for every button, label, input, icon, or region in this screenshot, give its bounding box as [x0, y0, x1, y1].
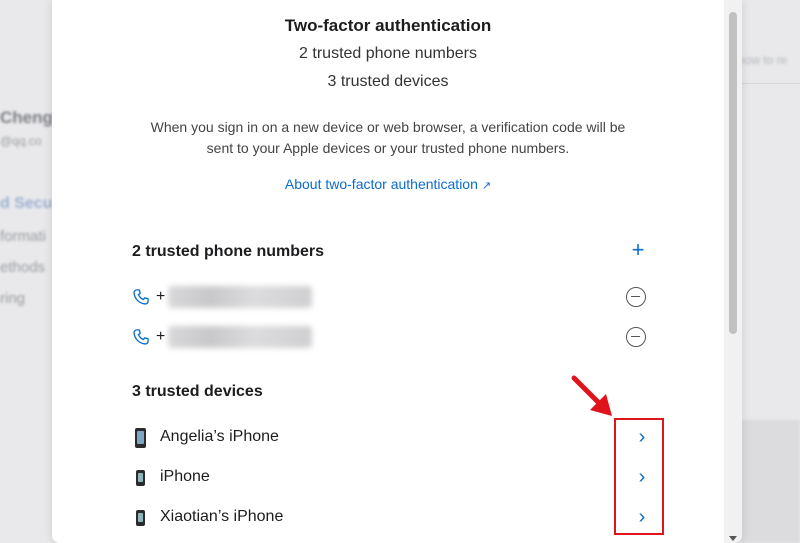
iphone-icon — [135, 428, 146, 448]
about-link-label: About two-factor authentication — [284, 176, 478, 192]
device-count-summary: 3 trusted devices — [327, 73, 449, 90]
scroll-down-arrow-icon[interactable] — [729, 536, 737, 541]
external-link-icon: ↗ — [481, 180, 492, 192]
device-name: Angelia’s iPhone — [160, 428, 279, 445]
device-row-xiaotians-iphone[interactable]: Xiaotian’s iPhone › — [132, 505, 672, 535]
background-account-name: Cheng — [0, 108, 53, 127]
scrollbar-thumb[interactable] — [729, 12, 737, 334]
background-account-email: @qq.co — [0, 134, 42, 148]
background-ring-item: ring — [0, 290, 26, 307]
add-phone-button[interactable]: + — [627, 239, 649, 262]
annotation-highlight-box — [614, 418, 664, 535]
device-row-iphone[interactable]: iPhone › — [132, 465, 672, 495]
background-howto-text: how to re — [738, 53, 788, 67]
trusted-devices-heading: 3 trusted devices — [132, 383, 263, 400]
iphone-icon — [136, 510, 145, 526]
remove-phone-button[interactable] — [626, 327, 646, 347]
phone-icon — [133, 329, 149, 345]
phone-icon — [133, 289, 149, 305]
remove-phone-button[interactable] — [626, 287, 646, 307]
phone-number-redacted — [168, 326, 312, 348]
phone-row: + — [132, 324, 652, 350]
device-name: Xiaotian’s iPhone — [160, 508, 284, 525]
device-name: iPhone — [160, 468, 210, 485]
phone-count-summary: 2 trusted phone numbers — [299, 45, 477, 62]
two-factor-description: When you sign in on a new device or web … — [150, 119, 626, 156]
modal-scrollbar[interactable] — [724, 0, 742, 543]
background-methods-item: ethods — [0, 259, 46, 276]
phone-number-prefix: + — [156, 328, 166, 345]
device-row-angelias-iphone[interactable]: Angelia’s iPhone › — [132, 425, 672, 455]
background-security-heading: d Secu — [0, 195, 53, 212]
iphone-icon — [136, 470, 145, 486]
background-info-item: formati — [0, 228, 46, 245]
modal-title: Two-factor authentication — [284, 16, 492, 35]
phone-number-redacted — [168, 286, 312, 308]
about-two-factor-link[interactable]: About two-factor authentication ↗ — [52, 176, 724, 192]
annotation-arrow-icon — [571, 375, 612, 416]
phone-row: + — [132, 284, 652, 310]
phone-number-prefix: + — [156, 288, 166, 305]
trusted-phones-heading: 2 trusted phone numbers — [132, 243, 325, 260]
